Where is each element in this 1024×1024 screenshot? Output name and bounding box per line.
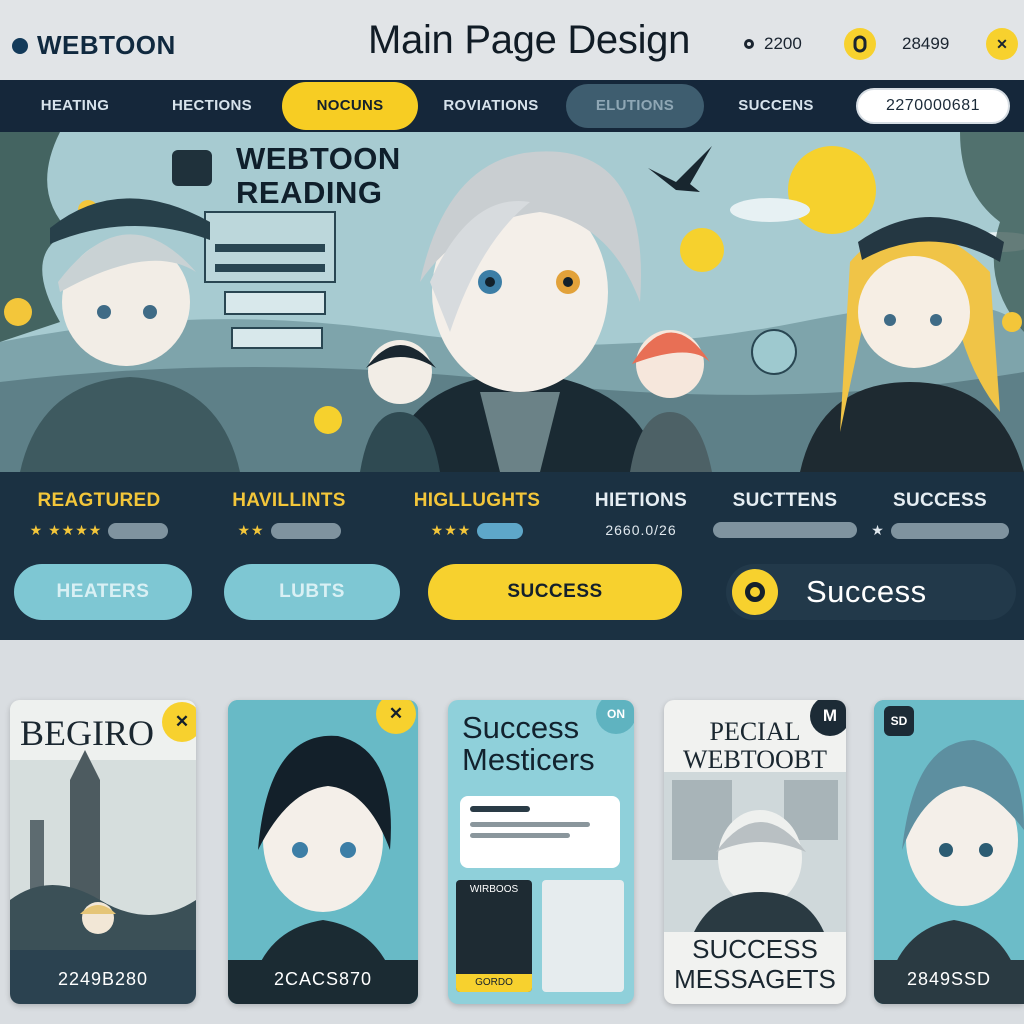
- card-title: BEGIRO: [20, 713, 154, 753]
- rating-value: 2660.0/26: [605, 522, 677, 538]
- nav-item-succens[interactable]: SUCCENS: [720, 90, 832, 122]
- ring-icon: [732, 569, 778, 615]
- coin-icon[interactable]: [844, 28, 876, 60]
- highlight-rating: ★ ★★★★: [14, 522, 184, 539]
- rating-bar: [108, 522, 169, 539]
- mini-panel-footer: GORDO: [456, 974, 532, 992]
- highlight-rating: ★★★: [392, 522, 562, 539]
- nav-item-nocuns[interactable]: NOCUNS: [282, 82, 418, 130]
- mini-panel-tag: WIRBOOS: [469, 884, 519, 895]
- card-badge-icon[interactable]: ✕: [162, 702, 196, 742]
- card-illustration: [874, 700, 1024, 1004]
- rating-bar: [890, 522, 1009, 539]
- nav-item-elutions[interactable]: ELUTIONS: [566, 84, 704, 128]
- mini-panel-text: [542, 880, 624, 992]
- hero-title-line-2: READING: [236, 175, 383, 210]
- comic-card[interactable]: SD 2849SSD: [874, 700, 1024, 1004]
- logo-text: WEBTOON: [37, 30, 176, 60]
- lubts-button[interactable]: LUBTS: [224, 564, 400, 620]
- card-footer-line-1: SUCCESS: [692, 934, 818, 964]
- highlight-item[interactable]: SUCTTENS: [700, 490, 870, 538]
- search-input[interactable]: 2270000681: [856, 88, 1010, 124]
- card-footer-line-2: MESSAGETS: [674, 964, 836, 994]
- card-code: 2CACS870: [273, 969, 373, 989]
- highlight-item[interactable]: SUCCESS ★: [862, 490, 1018, 539]
- comic-card[interactable]: PECIAL WEBTOOBT SUCCESS MESSAGETS M: [664, 700, 846, 1004]
- nav-item-roviations[interactable]: ROVIATIONS: [432, 90, 550, 122]
- highlight-title: SUCTTENS: [732, 490, 838, 511]
- logo-dot-icon: [12, 37, 28, 54]
- card-badge-icon[interactable]: ON: [596, 700, 634, 734]
- card-badge-icon[interactable]: SD: [884, 706, 914, 736]
- comic-card[interactable]: ✕ 2CACS870: [228, 700, 418, 1004]
- highlight-title: SUCCESS: [893, 490, 987, 511]
- rating-bar: [270, 522, 341, 539]
- nav-item-hections[interactable]: HECTIONS: [154, 90, 270, 122]
- logo[interactable]: WEBTOON: [12, 30, 176, 61]
- card-illustration: [664, 772, 846, 932]
- star-icon: ★: [871, 522, 885, 538]
- highlight-rating: ★★: [204, 522, 374, 539]
- card-footer: SUCCESS MESSAGETS: [664, 934, 846, 994]
- highlight-rating: [700, 522, 870, 538]
- comic-card[interactable]: Success Mesticers WIRBOOS GORDO ON: [448, 700, 634, 1004]
- card-badge-icon[interactable]: M: [810, 700, 846, 736]
- highlight-rating: ★: [862, 522, 1018, 539]
- highlight-title: HIGLLUGHTS: [413, 490, 541, 511]
- mini-panel: WIRBOOS GORDO: [456, 880, 532, 992]
- highlight-item[interactable]: HIGLLUGHTS ★★★: [392, 490, 562, 539]
- page-title: Main Page Design: [368, 18, 691, 62]
- main-nav: HEATING HECTIONS NOCUNS ROVIATIONS ELUTI…: [0, 80, 1024, 132]
- message-bubble: [460, 796, 620, 868]
- stat-right-value: 28499: [902, 34, 950, 53]
- star-icon: ★★: [237, 522, 265, 538]
- comic-card[interactable]: BEGIRO ✕ 2249B280: [10, 700, 196, 1004]
- card-code: 2249B280: [57, 969, 149, 989]
- highlights-band: REAGTURED ★ ★★★★ HAVILLINTS ★★ HIGLLUGHT…: [0, 472, 1024, 640]
- close-label: ✕: [996, 35, 1008, 52]
- stat-left-value: 2200: [764, 34, 802, 53]
- card-code: 2849SSD: [906, 969, 992, 989]
- hero-title: WEBTOON READING: [236, 142, 401, 210]
- card-illustration: [228, 700, 418, 1004]
- top-bar: WEBTOON Main Page Design 2200 28499 ✕: [0, 0, 1024, 80]
- hero-banner[interactable]: WEBTOON READING: [0, 132, 1024, 472]
- rating-bar: [477, 522, 524, 539]
- stat-dot-icon: [744, 39, 754, 49]
- rating-bar: [713, 522, 857, 538]
- highlight-item[interactable]: REAGTURED ★ ★★★★: [14, 490, 184, 539]
- heaters-button[interactable]: HEATERS: [14, 564, 192, 620]
- highlight-title: REAGTURED: [37, 490, 161, 511]
- highlight-item[interactable]: HAVILLINTS ★★: [204, 490, 374, 539]
- close-icon[interactable]: ✕: [986, 28, 1018, 60]
- stat-right: 28499: [902, 34, 949, 54]
- nav-item-heating[interactable]: HEATING: [20, 90, 130, 122]
- success-action-button[interactable]: Success: [726, 564, 1016, 620]
- stat-left: 2200: [744, 34, 802, 54]
- hero-illustration: [0, 132, 1024, 472]
- success-button[interactable]: SUCCESS: [428, 564, 682, 620]
- hero-title-line-1: WEBTOON: [236, 141, 401, 176]
- success-action-label: Success: [806, 574, 927, 609]
- star-icon: ★ ★★★★: [29, 522, 103, 538]
- star-icon: ★★★: [430, 522, 472, 538]
- highlight-title: HAVILLINTS: [232, 490, 346, 511]
